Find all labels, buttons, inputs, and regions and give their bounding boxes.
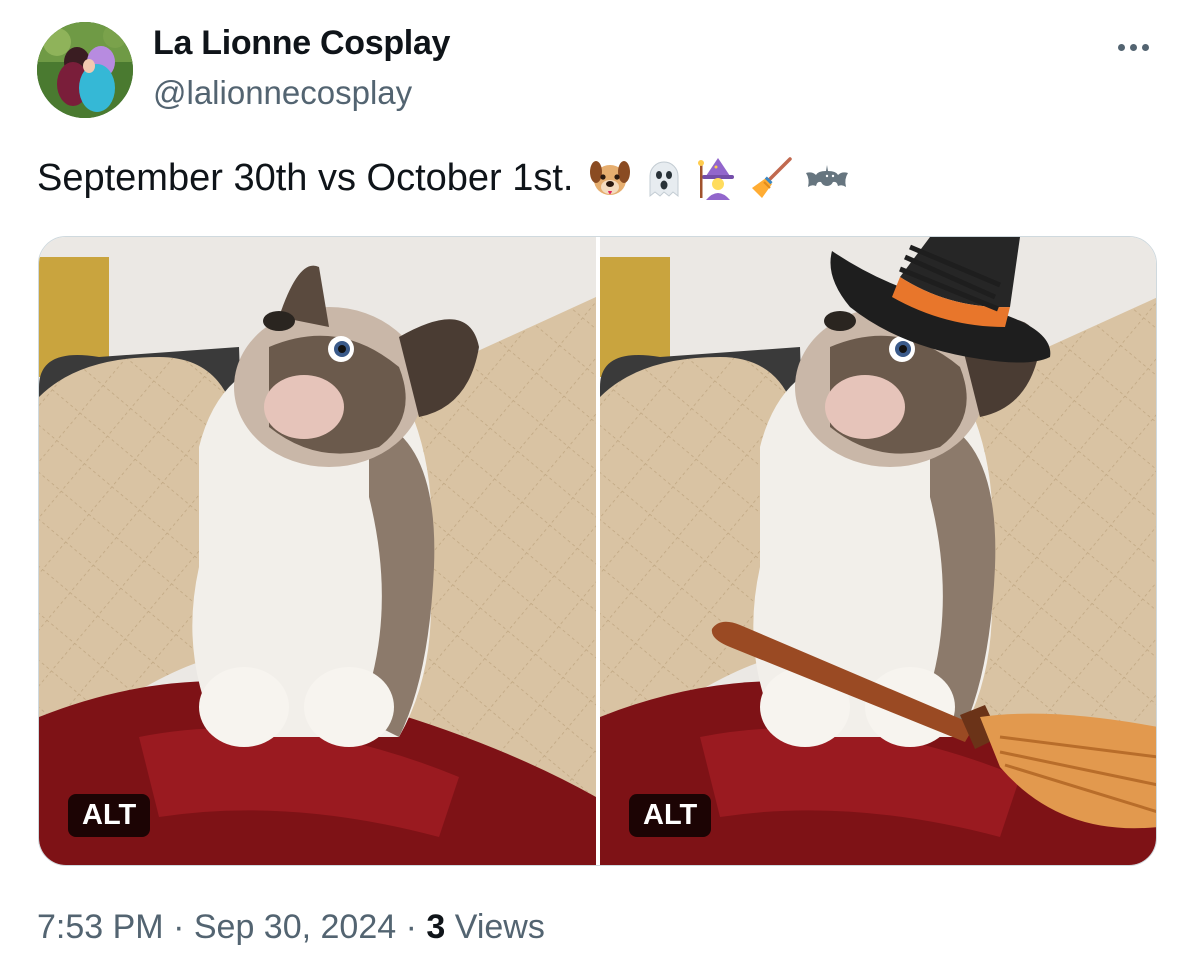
views-count: 3 — [426, 908, 446, 946]
separator: · — [173, 908, 185, 946]
more-options-button[interactable] — [1110, 32, 1156, 62]
tweet-time[interactable]: 7:53 PM — [37, 908, 164, 946]
more-dot — [1117, 43, 1125, 51]
tweet-text: September 30th vs October 1st. — [37, 156, 856, 200]
author-display-name[interactable]: La Lionne Cosplay — [153, 24, 450, 63]
separator: · — [405, 908, 417, 946]
emoji-group — [588, 156, 856, 200]
more-dot — [1141, 43, 1149, 51]
author-handle[interactable]: @lalionnecosplay — [153, 74, 412, 112]
media-grid: ALT ALT — [38, 236, 1157, 866]
dog-photo — [39, 237, 596, 865]
more-dot — [1129, 43, 1137, 51]
avatar[interactable] — [37, 22, 133, 118]
views-label: Views — [454, 908, 545, 946]
broom-icon — [751, 157, 792, 198]
dog-witch-photo — [600, 237, 1156, 865]
ghost-icon — [649, 161, 678, 198]
bat-icon — [805, 165, 848, 187]
dog-face-icon — [589, 161, 630, 195]
tweet-date[interactable]: Sep 30, 2024 — [194, 908, 396, 946]
tweet-metadata: 7:53 PM · Sep 30, 2024 · 3 Views — [37, 908, 545, 947]
alt-badge[interactable]: ALT — [629, 794, 712, 837]
alt-badge[interactable]: ALT — [68, 794, 151, 837]
avatar-image — [37, 22, 133, 118]
tweet-body: September 30th vs October 1st. — [37, 156, 574, 199]
photo-2[interactable]: ALT — [600, 237, 1156, 865]
mage-icon — [697, 158, 734, 200]
photo-1[interactable]: ALT — [39, 237, 596, 865]
